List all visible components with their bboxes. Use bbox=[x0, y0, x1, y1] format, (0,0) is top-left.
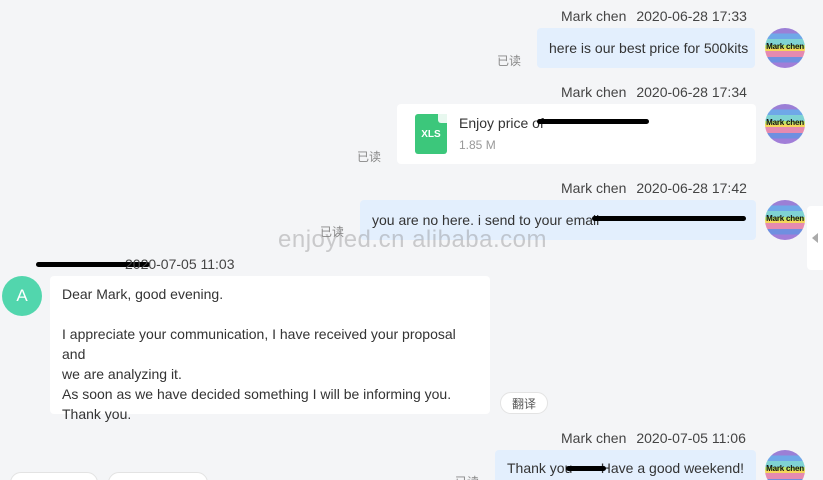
message-line: we are analyzing it. bbox=[62, 366, 182, 382]
message-bubble[interactable]: here is our best price for 500kits bbox=[537, 28, 755, 68]
message-meta: Mark chen 2020-06-28 17:42 bbox=[561, 180, 747, 196]
avatar[interactable]: Mark chen bbox=[765, 200, 805, 240]
message-text: here is our best price for 500kits bbox=[549, 40, 749, 56]
sender-name: Mark chen bbox=[561, 430, 627, 446]
message-meta: Mark chen 2020-06-28 17:34 bbox=[561, 84, 747, 100]
avatar[interactable]: Mark chen bbox=[765, 28, 805, 68]
message-line: I appreciate your communication, I have … bbox=[62, 326, 456, 362]
message-time: 2020-07-05 11:03 bbox=[125, 256, 235, 272]
message-time: 2020-07-05 11:06 bbox=[636, 430, 746, 446]
file-message-card[interactable]: XLS Enjoy price of 1.85 M bbox=[397, 104, 756, 164]
avatar-label: Mark chen bbox=[766, 118, 804, 127]
read-status: 已读 bbox=[497, 54, 522, 68]
avatar-label: Mark chen bbox=[766, 464, 804, 473]
file-name: Enjoy price of bbox=[459, 115, 544, 131]
quick-reply-button[interactable] bbox=[10, 472, 98, 480]
read-status: 已读 bbox=[357, 150, 382, 164]
avatar-letter: A bbox=[16, 286, 28, 305]
message-line: Thank you. bbox=[62, 406, 132, 422]
read-status: 已读 bbox=[455, 473, 479, 480]
message-meta: Mark chen 2020-07-05 11:06 bbox=[561, 430, 746, 446]
avatar[interactable]: Mark chen bbox=[765, 450, 805, 480]
message-time: 2020-06-28 17:34 bbox=[636, 84, 747, 100]
message-line bbox=[62, 304, 478, 324]
watermark: enjoyled.cn alibaba.com bbox=[278, 226, 547, 253]
avatar-label: Mark chen bbox=[766, 42, 804, 51]
message-text: Thank you bbox=[507, 460, 573, 476]
sender-name: Mark chen bbox=[561, 180, 627, 196]
message-time: 2020-06-28 17:33 bbox=[636, 8, 747, 24]
avatar[interactable]: Mark chen bbox=[765, 104, 805, 144]
sender-name: Mark chen bbox=[561, 8, 627, 24]
translate-button[interactable]: 翻译 bbox=[500, 392, 548, 414]
redaction-scribble bbox=[566, 466, 606, 471]
message-bubble[interactable]: Thank you Have a good weekend! bbox=[495, 450, 756, 480]
avatar-label: Mark chen bbox=[766, 214, 804, 223]
message-time: 2020-06-28 17:42 bbox=[636, 180, 747, 196]
redaction-scribble bbox=[592, 216, 746, 221]
file-size: 1.85 M bbox=[459, 138, 496, 152]
message-meta: Mark chen 2020-06-28 17:33 bbox=[561, 8, 747, 24]
message-bubble[interactable]: Dear Mark, good evening. I appreciate yo… bbox=[50, 276, 490, 422]
quick-reply-button[interactable] bbox=[108, 472, 208, 480]
message-text: Have a good weekend! bbox=[600, 460, 744, 476]
message-line: Dear Mark, good evening. bbox=[62, 286, 224, 302]
message-line: As soon as we have decided something I w… bbox=[62, 386, 452, 402]
redaction-scribble bbox=[537, 119, 649, 124]
sender-name: Mark chen bbox=[561, 84, 627, 100]
file-type-label: XLS bbox=[421, 128, 441, 140]
xls-file-icon: XLS bbox=[415, 114, 447, 154]
avatar[interactable]: A bbox=[2, 276, 42, 316]
side-panel-toggle[interactable] bbox=[807, 206, 823, 270]
chevron-left-icon bbox=[812, 233, 818, 243]
message-meta: 2020-07-05 11:03 bbox=[125, 256, 235, 272]
